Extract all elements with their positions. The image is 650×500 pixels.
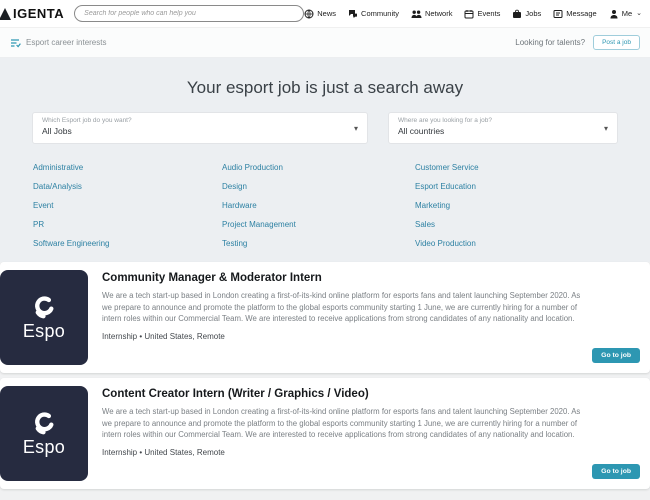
category-pr[interactable]: PR xyxy=(33,215,222,234)
nav-label: Network xyxy=(425,9,453,18)
category-marketing[interactable]: Marketing xyxy=(415,196,650,215)
nav-label: Events xyxy=(477,9,500,18)
person-icon xyxy=(609,9,619,19)
hero-section: Your esport job is just a search away Wh… xyxy=(0,58,650,262)
job-card[interactable]: Espo Community Manager & Moderator Inter… xyxy=(0,262,650,373)
talents-text: Looking for talents? xyxy=(515,38,585,47)
nav-item-message[interactable]: Message xyxy=(553,9,596,19)
company-logo: Espo xyxy=(0,270,88,365)
list-check-icon xyxy=(10,38,21,48)
nav-label: Community xyxy=(361,9,399,18)
brand-mark-icon xyxy=(0,8,11,20)
globe-icon xyxy=(304,9,314,19)
job-description: We are a tech start-up based in London c… xyxy=(102,290,636,325)
country-select-value: All countries xyxy=(398,126,608,136)
nav-item-community[interactable]: Community xyxy=(348,9,399,19)
page-title: Your esport job is just a search away xyxy=(0,58,650,98)
job-select-value: All Jobs xyxy=(42,126,358,136)
category-links: Administrative Data/Analysis Event PR So… xyxy=(0,144,650,253)
career-interests[interactable]: Esport career interests xyxy=(10,38,106,48)
chat-bubbles-icon xyxy=(348,9,358,19)
category-project-management[interactable]: Project Management xyxy=(222,215,415,234)
espo-swirl-icon xyxy=(31,294,57,320)
chevron-down-icon: ▾ xyxy=(354,124,358,133)
job-meta: Internship • United States, Remote xyxy=(102,448,636,457)
category-software-engineering[interactable]: Software Engineering xyxy=(33,234,222,253)
category-data-analysis[interactable]: Data/Analysis xyxy=(33,177,222,196)
message-icon xyxy=(553,9,563,19)
category-sales[interactable]: Sales xyxy=(415,215,650,234)
category-video-production[interactable]: Video Production xyxy=(415,234,650,253)
post-a-job-button[interactable]: Post a job xyxy=(593,35,640,50)
category-esport-education[interactable]: Esport Education xyxy=(415,177,650,196)
subheader-title: Esport career interests xyxy=(26,38,106,47)
nav-item-jobs[interactable]: Jobs xyxy=(512,9,541,19)
chevron-down-icon: ⌄ xyxy=(636,10,642,17)
category-event[interactable]: Event xyxy=(33,196,222,215)
category-hardware[interactable]: Hardware xyxy=(222,196,415,215)
company-logo: Espo xyxy=(0,386,88,481)
nav-items: News Community Network Events xyxy=(304,9,642,19)
company-name: Espo xyxy=(23,321,65,342)
espo-swirl-icon xyxy=(31,410,57,436)
job-select-label: Which Esport job do you want? xyxy=(42,117,358,124)
brand-name: IGENTA xyxy=(13,6,64,21)
brand-logo[interactable]: IGENTA xyxy=(2,6,64,21)
go-to-job-button[interactable]: Go to job xyxy=(592,348,640,363)
category-customer-service[interactable]: Customer Service xyxy=(415,158,650,177)
people-icon xyxy=(411,9,422,19)
subheader: Esport career interests Looking for tale… xyxy=(0,28,650,58)
job-card[interactable]: Espo Content Creator Intern (Writer / Gr… xyxy=(0,378,650,489)
go-to-job-button[interactable]: Go to job xyxy=(592,464,640,479)
job-description: We are a tech start-up based in London c… xyxy=(102,406,636,441)
nav-label: Message xyxy=(566,9,596,18)
category-audio-production[interactable]: Audio Production xyxy=(222,158,415,177)
nav-label: Jobs xyxy=(525,9,541,18)
nav-label: Me xyxy=(622,9,632,18)
company-name: Espo xyxy=(23,437,65,458)
nav-label: News xyxy=(317,9,336,18)
calendar-icon xyxy=(464,9,474,19)
job-title[interactable]: Community Manager & Moderator Intern xyxy=(102,272,636,284)
category-testing[interactable]: Testing xyxy=(222,234,415,253)
search-input[interactable] xyxy=(74,5,304,22)
category-administrative[interactable]: Administrative xyxy=(33,158,222,177)
job-type-select[interactable]: Which Esport job do you want? All Jobs ▾ xyxy=(32,112,368,144)
category-design[interactable]: Design xyxy=(222,177,415,196)
chevron-down-icon: ▾ xyxy=(604,124,608,133)
nav-item-news[interactable]: News xyxy=(304,9,336,19)
nav-item-network[interactable]: Network xyxy=(411,9,453,19)
top-navbar: IGENTA News Community Network xyxy=(0,0,650,28)
job-title[interactable]: Content Creator Intern (Writer / Graphic… xyxy=(102,388,636,400)
country-select[interactable]: Where are you looking for a job? All cou… xyxy=(388,112,618,144)
nav-item-events[interactable]: Events xyxy=(464,9,500,19)
nav-item-me[interactable]: Me ⌄ xyxy=(609,9,642,19)
job-meta: Internship • United States, Remote xyxy=(102,332,636,341)
search-filters: Which Esport job do you want? All Jobs ▾… xyxy=(0,112,650,144)
country-select-label: Where are you looking for a job? xyxy=(398,117,608,124)
briefcase-icon xyxy=(512,9,522,19)
